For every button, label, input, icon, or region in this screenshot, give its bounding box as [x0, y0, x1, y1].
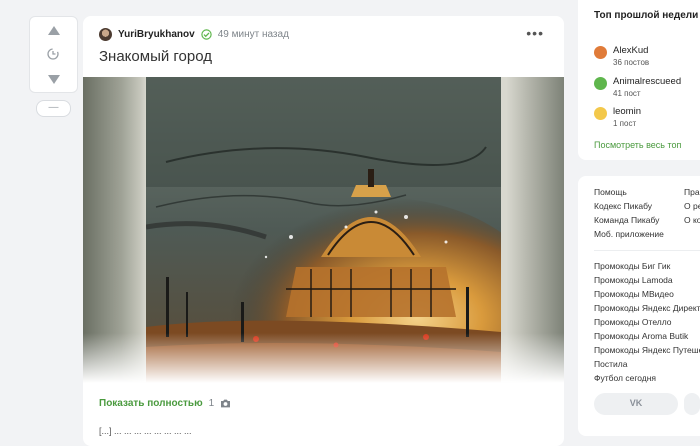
divider [594, 250, 700, 251]
top-user-name[interactable]: leomin [613, 106, 641, 118]
promo-link[interactable]: Постила [594, 359, 627, 369]
footer-link[interactable]: О ко [684, 215, 700, 225]
footer-link[interactable]: О ре [684, 201, 700, 211]
post-time: 49 минут назад [217, 28, 289, 40]
top-week-widget: Топ прошлой недели AlexKud 36 постов Ani… [578, 0, 700, 160]
avatar [594, 107, 607, 120]
footer-link[interactable]: Моб. приложение [594, 229, 664, 239]
avatar[interactable] [99, 27, 112, 41]
top-user-posts: 41 пост [613, 89, 641, 98]
promo-link[interactable]: Промокоды Яндекс Директ [594, 303, 700, 313]
promo-link[interactable]: Промокоды Яндекс Путешествия [594, 345, 700, 355]
see-all-top-link[interactable]: Посмотреть весь топ [594, 140, 681, 150]
vote-panel [29, 16, 78, 93]
camera-icon [220, 399, 231, 408]
avatar [594, 46, 607, 59]
post-title[interactable]: Знакомый город [99, 48, 212, 65]
top-user-posts: 36 постов [613, 58, 650, 67]
top-user-item[interactable]: leomin 1 пост [594, 106, 641, 130]
post-author-row: YuriBryukhanov 49 минут назад [99, 27, 289, 41]
top-user-name[interactable]: AlexKud [613, 45, 649, 57]
promo-link[interactable]: Промокоды Биг Гик [594, 261, 670, 271]
promo-link[interactable]: Промокоды Aroma Butik [594, 331, 688, 341]
footer-link[interactable]: Помощь [594, 187, 627, 197]
footer-link[interactable]: Пра [684, 187, 700, 197]
post-image[interactable] [83, 77, 564, 383]
social-button[interactable] [684, 393, 700, 415]
promo-link[interactable]: Промокоды МВидео [594, 289, 674, 299]
promo-link[interactable]: Футбол сегодня [594, 373, 656, 383]
show-more-link[interactable]: Показать полностью [99, 398, 203, 409]
top-user-posts: 1 пост [613, 119, 637, 128]
more-options-icon[interactable]: ••• [526, 26, 544, 40]
image-fade [83, 333, 564, 383]
vk-button[interactable]: VK [594, 393, 678, 415]
widget-title: Топ прошлой недели [594, 10, 699, 21]
post-card: YuriBryukhanov 49 минут назад ••• Знаком… [83, 16, 564, 446]
promo-link[interactable]: Промокоды Lamoda [594, 275, 673, 285]
top-user-item[interactable]: Animalrescueed 41 пост [594, 76, 681, 100]
footer-link[interactable]: Команда Пикабу [594, 215, 659, 225]
upvote-arrow-icon[interactable] [48, 26, 60, 35]
top-user-name[interactable]: Animalrescueed [613, 76, 681, 88]
post-body-preview: [...] ... ... ... ... ... ... ... ... [99, 426, 192, 436]
photo-count: 1 [208, 398, 215, 409]
clock-icon [47, 47, 59, 60]
footer-link[interactable]: Кодекс Пикабу [594, 201, 652, 211]
author-name[interactable]: YuriBryukhanov [118, 29, 195, 40]
promo-link[interactable]: Промокоды Отелло [594, 317, 672, 327]
downvote-arrow-icon[interactable] [48, 75, 60, 84]
top-user-item[interactable]: AlexKud 36 постов [594, 45, 649, 69]
vk-icon: VK [629, 398, 643, 408]
verified-icon [201, 28, 212, 40]
show-more-row: Показать полностью 1 [99, 398, 231, 409]
avatar [594, 77, 607, 90]
collapse-button[interactable]: — [36, 100, 71, 117]
